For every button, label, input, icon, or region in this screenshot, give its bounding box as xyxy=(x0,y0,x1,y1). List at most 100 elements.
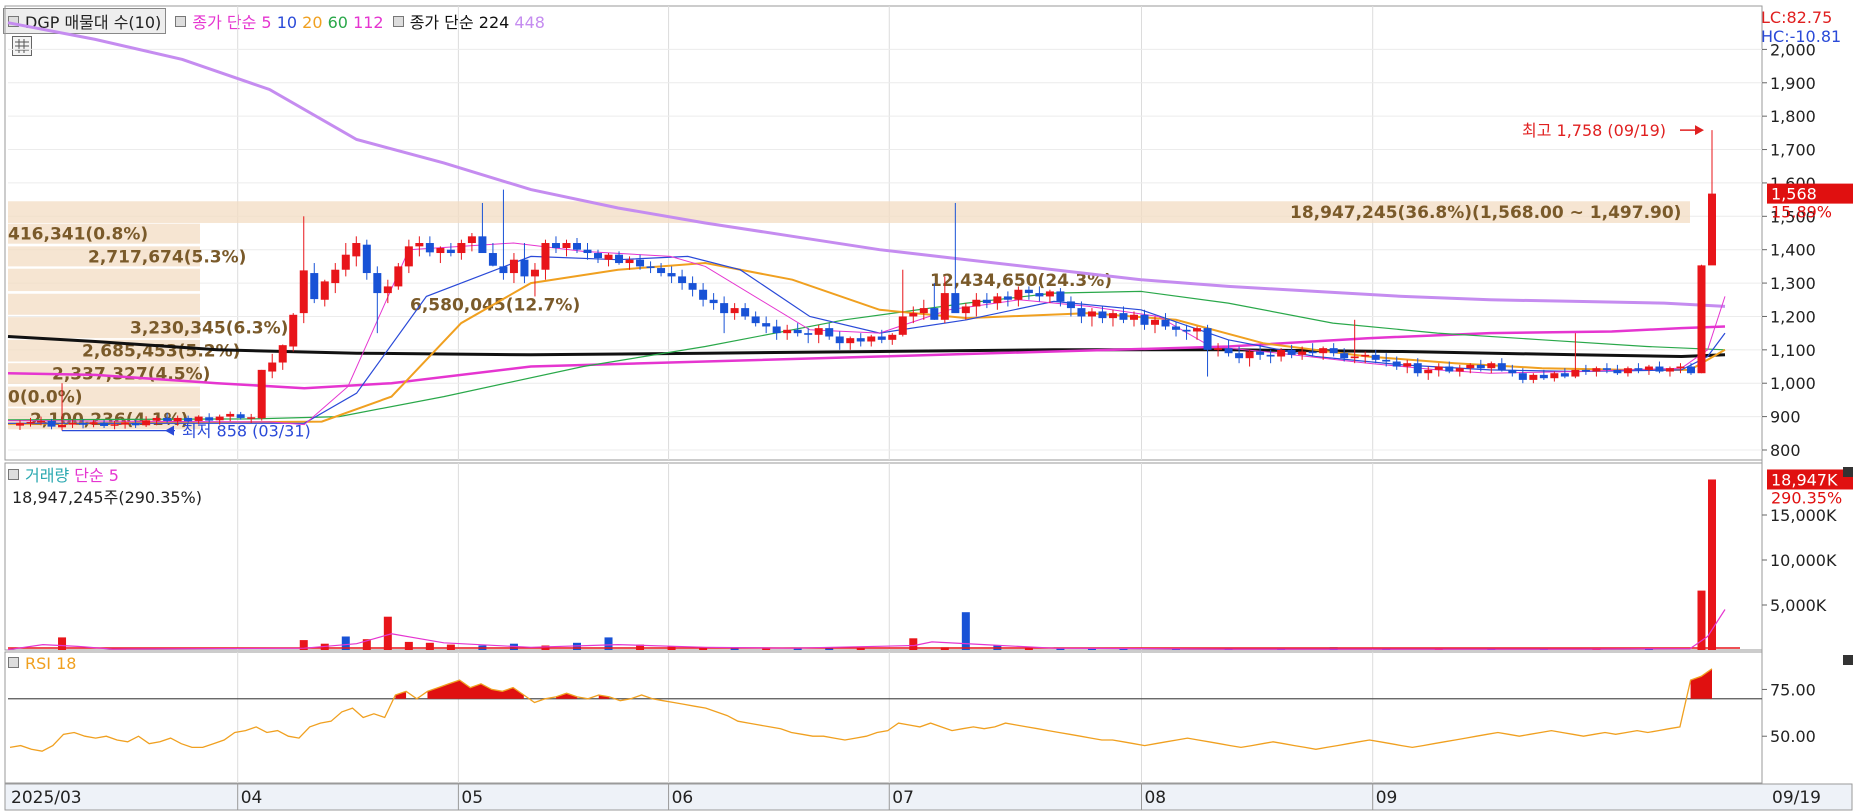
candle-body xyxy=(467,236,476,244)
chart-window: DGP 매물대 수(10) 종가 단순 5 10 20 60 112 종가 단순… xyxy=(0,0,1857,811)
candle-body xyxy=(898,316,907,335)
candle-body xyxy=(110,424,119,426)
candle-body xyxy=(1550,373,1559,379)
candle-body xyxy=(919,308,928,314)
candle-body xyxy=(1151,319,1160,325)
price-tick-label: 1,000 xyxy=(1770,374,1816,393)
candle-body xyxy=(646,266,655,269)
candle-body xyxy=(1665,368,1674,372)
candle-body xyxy=(1277,349,1286,357)
candle-body xyxy=(383,286,392,294)
candle-body xyxy=(37,420,46,423)
candle-body xyxy=(1708,193,1716,266)
candle-body xyxy=(562,243,571,249)
candle-body xyxy=(415,243,424,247)
candle-body xyxy=(972,299,981,307)
close-panel-icon xyxy=(1843,655,1853,665)
candle-body xyxy=(1634,368,1643,370)
candle-body xyxy=(825,328,834,337)
candle-body xyxy=(425,243,434,253)
candle-body xyxy=(961,306,970,314)
candle-body xyxy=(58,424,67,428)
candle-body xyxy=(940,293,949,320)
candle-body xyxy=(520,259,529,277)
candle-body xyxy=(1140,314,1149,325)
candle-body xyxy=(1298,351,1307,355)
candle-body xyxy=(1529,374,1538,380)
candle-body xyxy=(1413,363,1422,374)
candle-body xyxy=(1476,364,1485,369)
candle-body xyxy=(877,336,886,340)
candle-body xyxy=(1014,289,1023,300)
last-price-change: 15.89% xyxy=(1771,203,1832,222)
candle-body xyxy=(572,243,581,250)
x-tick-label: 09 xyxy=(1376,788,1398,808)
candle-body xyxy=(667,273,676,277)
candle-body xyxy=(257,369,266,419)
candle-body xyxy=(1581,369,1590,372)
candle-body xyxy=(678,276,687,284)
rsi-line xyxy=(9,668,1713,752)
candle-body xyxy=(1119,313,1128,320)
candle-body xyxy=(1644,366,1653,370)
candle-body xyxy=(751,316,760,324)
volume-tick-label: 5,000K xyxy=(1770,596,1827,615)
volume-profile-label: 6,580,045(12.7%) xyxy=(410,295,580,315)
candle-body xyxy=(1056,291,1065,302)
candle-body xyxy=(699,289,708,300)
price-tick-label: 1,900 xyxy=(1770,74,1816,93)
candle-body xyxy=(951,293,960,314)
x-last-date-label: 09/19 xyxy=(1772,788,1821,808)
volume-moving-average xyxy=(7,609,1726,651)
candle-body xyxy=(1655,366,1664,372)
arrow-right-icon xyxy=(1695,125,1704,136)
candle-body xyxy=(730,308,739,314)
candle-body xyxy=(1466,364,1475,369)
candle-body xyxy=(1235,353,1244,359)
candle-body xyxy=(352,243,361,257)
candle-body xyxy=(1592,368,1601,372)
candle-body xyxy=(867,336,876,342)
moving-average-ma224 xyxy=(7,335,1726,359)
candle-body xyxy=(909,313,918,317)
candle-body xyxy=(1340,353,1349,359)
panel-frame-1 xyxy=(4,462,1763,651)
candle-body xyxy=(835,336,844,344)
candle-body xyxy=(247,417,256,419)
candle-body xyxy=(1686,366,1695,374)
volume-last-change: 290.35% xyxy=(1771,488,1842,507)
price-tick-label: 2,000 xyxy=(1770,40,1816,59)
candle-body xyxy=(278,345,287,363)
candle-body xyxy=(26,421,35,424)
candle-body xyxy=(1487,363,1496,369)
candle-body xyxy=(930,308,939,320)
candle-body xyxy=(341,254,350,270)
candle-body xyxy=(289,314,298,347)
candle-body xyxy=(1003,296,1012,300)
x-tick-label: 04 xyxy=(241,788,263,808)
volume-tick-label: 15,000K xyxy=(1770,506,1837,525)
high-annotation: 최고 1,758 (09/19) xyxy=(1522,121,1666,140)
candle-body xyxy=(625,259,634,264)
rsi-overbought-fill xyxy=(1690,668,1712,699)
candle-body xyxy=(1024,289,1033,294)
x-tick-label: 08 xyxy=(1144,788,1166,808)
candle-body xyxy=(741,308,750,317)
candle-body xyxy=(594,253,603,259)
candle-body xyxy=(226,413,235,417)
volume-bar xyxy=(383,616,392,650)
candle-body xyxy=(1203,328,1212,350)
panel-frame-0 xyxy=(4,5,1763,461)
candle-body xyxy=(888,334,897,340)
chart-canvas[interactable]: 2025/03 04 05 06 07 08 09 09/19 2,000 1,900 1,800 1… xyxy=(0,0,1857,811)
candle-body xyxy=(331,269,340,284)
candle-body xyxy=(1623,368,1632,374)
candle-body xyxy=(1602,368,1611,370)
candle-body xyxy=(1676,366,1685,369)
candle-body xyxy=(79,423,88,425)
candle-body xyxy=(1392,361,1401,367)
candle-body xyxy=(993,296,1002,304)
price-tick-label: 1,400 xyxy=(1770,241,1816,260)
candle-body xyxy=(205,417,214,421)
candle-body xyxy=(1172,326,1181,330)
